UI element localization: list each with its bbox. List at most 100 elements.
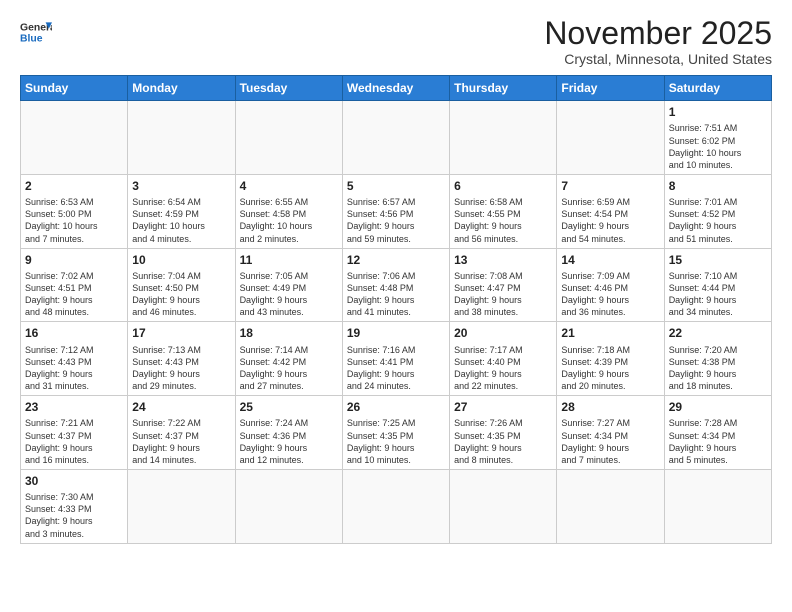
calendar-cell: 7 Sunrise: 6:59 AM Sunset: 4:54 PM Daylig… [557,174,664,248]
weekday-header-saturday: Saturday [664,76,771,101]
day-info: Sunrise: 7:28 AM Sunset: 4:34 PM Dayligh… [669,417,767,466]
calendar-cell: 25 Sunrise: 7:24 AM Sunset: 4:36 PM Dayli… [235,396,342,470]
calendar-cell: 4Sunrise: 6:55 AM Sunset: 4:58 PM Daylig… [235,174,342,248]
calendar-cell [557,101,664,175]
calendar-cell [235,469,342,543]
day-number: 13 [454,252,552,268]
day-info: Sunrise: 6:54 AM Sunset: 4:59 PM Dayligh… [132,196,230,245]
weekday-header-friday: Friday [557,76,664,101]
day-number: 3 [132,178,230,194]
day-info: Sunrise: 6:53 AM Sunset: 5:00 PM Dayligh… [25,196,123,245]
calendar-cell: 22 Sunrise: 7:20 AM Sunset: 4:38 PM Dayli… [664,322,771,396]
calendar-cell: 16Sunrise: 7:12 AM Sunset: 4:43 PM Dayli… [21,322,128,396]
day-number: 5 [347,178,445,194]
calendar-week-row: 30 Sunrise: 7:30 AM Sunset: 4:33 PM Dayli… [21,469,772,543]
calendar-cell: 21 Sunrise: 7:18 AM Sunset: 4:39 PM Dayli… [557,322,664,396]
calendar-cell: 14 Sunrise: 7:09 AM Sunset: 4:46 PM Dayli… [557,248,664,322]
day-info: Sunrise: 7:27 AM Sunset: 4:34 PM Dayligh… [561,417,659,466]
calendar-cell [342,101,449,175]
calendar-cell [128,101,235,175]
svg-text:Blue: Blue [20,34,43,45]
calendar-cell: 10 Sunrise: 7:04 AM Sunset: 4:50 PM Dayli… [128,248,235,322]
weekday-header-monday: Monday [128,76,235,101]
day-info: Sunrise: 7:30 AM Sunset: 4:33 PM Dayligh… [25,491,123,540]
day-number: 22 [669,325,767,341]
calendar-cell: 8 Sunrise: 7:01 AM Sunset: 4:52 PM Daylig… [664,174,771,248]
day-info: Sunrise: 7:04 AM Sunset: 4:50 PM Dayligh… [132,270,230,319]
day-number: 7 [561,178,659,194]
calendar-cell: 28 Sunrise: 7:27 AM Sunset: 4:34 PM Dayli… [557,396,664,470]
calendar-cell [21,101,128,175]
day-info: Sunrise: 7:18 AM Sunset: 4:39 PM Dayligh… [561,344,659,393]
calendar-cell [664,469,771,543]
day-number: 25 [240,399,338,415]
calendar-cell: 9Sunrise: 7:02 AM Sunset: 4:51 PM Daylig… [21,248,128,322]
calendar-cell: 12Sunrise: 7:06 AM Sunset: 4:48 PM Dayli… [342,248,449,322]
location-text: Crystal, Minnesota, United States [544,51,772,67]
day-number: 15 [669,252,767,268]
day-info: Sunrise: 6:55 AM Sunset: 4:58 PM Dayligh… [240,196,338,245]
page-header: General Blue November 2025 Crystal, Minn… [20,16,772,67]
calendar-cell: 24 Sunrise: 7:22 AM Sunset: 4:37 PM Dayli… [128,396,235,470]
day-info: Sunrise: 7:25 AM Sunset: 4:35 PM Dayligh… [347,417,445,466]
weekday-header-tuesday: Tuesday [235,76,342,101]
day-number: 23 [25,399,123,415]
day-info: Sunrise: 7:01 AM Sunset: 4:52 PM Dayligh… [669,196,767,245]
weekday-header-wednesday: Wednesday [342,76,449,101]
calendar-table: SundayMondayTuesdayWednesdayThursdayFrid… [20,75,772,544]
day-number: 9 [25,252,123,268]
day-number: 30 [25,473,123,489]
day-info: Sunrise: 7:22 AM Sunset: 4:37 PM Dayligh… [132,417,230,466]
calendar-week-row: 1 Sunrise: 7:51 AM Sunset: 6:02 PM Daylig… [21,101,772,175]
day-info: Sunrise: 7:24 AM Sunset: 4:36 PM Dayligh… [240,417,338,466]
day-number: 28 [561,399,659,415]
day-info: Sunrise: 7:16 AM Sunset: 4:41 PM Dayligh… [347,344,445,393]
day-info: Sunrise: 7:14 AM Sunset: 4:42 PM Dayligh… [240,344,338,393]
day-info: Sunrise: 7:26 AM Sunset: 4:35 PM Dayligh… [454,417,552,466]
day-number: 8 [669,178,767,194]
calendar-cell: 6Sunrise: 6:58 AM Sunset: 4:55 PM Daylig… [450,174,557,248]
day-info: Sunrise: 7:09 AM Sunset: 4:46 PM Dayligh… [561,270,659,319]
day-number: 16 [25,325,123,341]
day-info: Sunrise: 6:58 AM Sunset: 4:55 PM Dayligh… [454,196,552,245]
calendar-week-row: 2 Sunrise: 6:53 AM Sunset: 5:00 PM Daylig… [21,174,772,248]
calendar-cell: 27 Sunrise: 7:26 AM Sunset: 4:35 PM Dayli… [450,396,557,470]
day-number: 11 [240,252,338,268]
day-info: Sunrise: 7:20 AM Sunset: 4:38 PM Dayligh… [669,344,767,393]
calendar-cell: 17Sunrise: 7:13 AM Sunset: 4:43 PM Dayli… [128,322,235,396]
calendar-cell: 3 Sunrise: 6:54 AM Sunset: 4:59 PM Daylig… [128,174,235,248]
calendar-cell [450,101,557,175]
day-number: 21 [561,325,659,341]
calendar-cell: 30 Sunrise: 7:30 AM Sunset: 4:33 PM Dayli… [21,469,128,543]
calendar-cell [557,469,664,543]
day-number: 18 [240,325,338,341]
calendar-cell: 29 Sunrise: 7:28 AM Sunset: 4:34 PM Dayli… [664,396,771,470]
day-info: Sunrise: 7:08 AM Sunset: 4:47 PM Dayligh… [454,270,552,319]
title-block: November 2025 Crystal, Minnesota, United… [544,16,772,67]
day-info: Sunrise: 7:21 AM Sunset: 4:37 PM Dayligh… [25,417,123,466]
calendar-cell [128,469,235,543]
calendar-cell: 5Sunrise: 6:57 AM Sunset: 4:56 PM Daylig… [342,174,449,248]
day-info: Sunrise: 7:10 AM Sunset: 4:44 PM Dayligh… [669,270,767,319]
day-number: 1 [669,104,767,120]
calendar-cell [342,469,449,543]
day-number: 2 [25,178,123,194]
day-number: 24 [132,399,230,415]
day-info: Sunrise: 7:17 AM Sunset: 4:40 PM Dayligh… [454,344,552,393]
day-number: 20 [454,325,552,341]
weekday-header-row: SundayMondayTuesdayWednesdayThursdayFrid… [21,76,772,101]
calendar-cell: 26 Sunrise: 7:25 AM Sunset: 4:35 PM Dayli… [342,396,449,470]
day-info: Sunrise: 6:59 AM Sunset: 4:54 PM Dayligh… [561,196,659,245]
calendar-cell [235,101,342,175]
day-number: 27 [454,399,552,415]
calendar-week-row: 16Sunrise: 7:12 AM Sunset: 4:43 PM Dayli… [21,322,772,396]
day-info: Sunrise: 7:51 AM Sunset: 6:02 PM Dayligh… [669,122,767,171]
calendar-week-row: 9Sunrise: 7:02 AM Sunset: 4:51 PM Daylig… [21,248,772,322]
day-number: 17 [132,325,230,341]
calendar-week-row: 23 Sunrise: 7:21 AM Sunset: 4:37 PM Dayli… [21,396,772,470]
day-number: 14 [561,252,659,268]
day-number: 10 [132,252,230,268]
logo-icon: General Blue [20,16,52,48]
day-number: 26 [347,399,445,415]
day-number: 29 [669,399,767,415]
